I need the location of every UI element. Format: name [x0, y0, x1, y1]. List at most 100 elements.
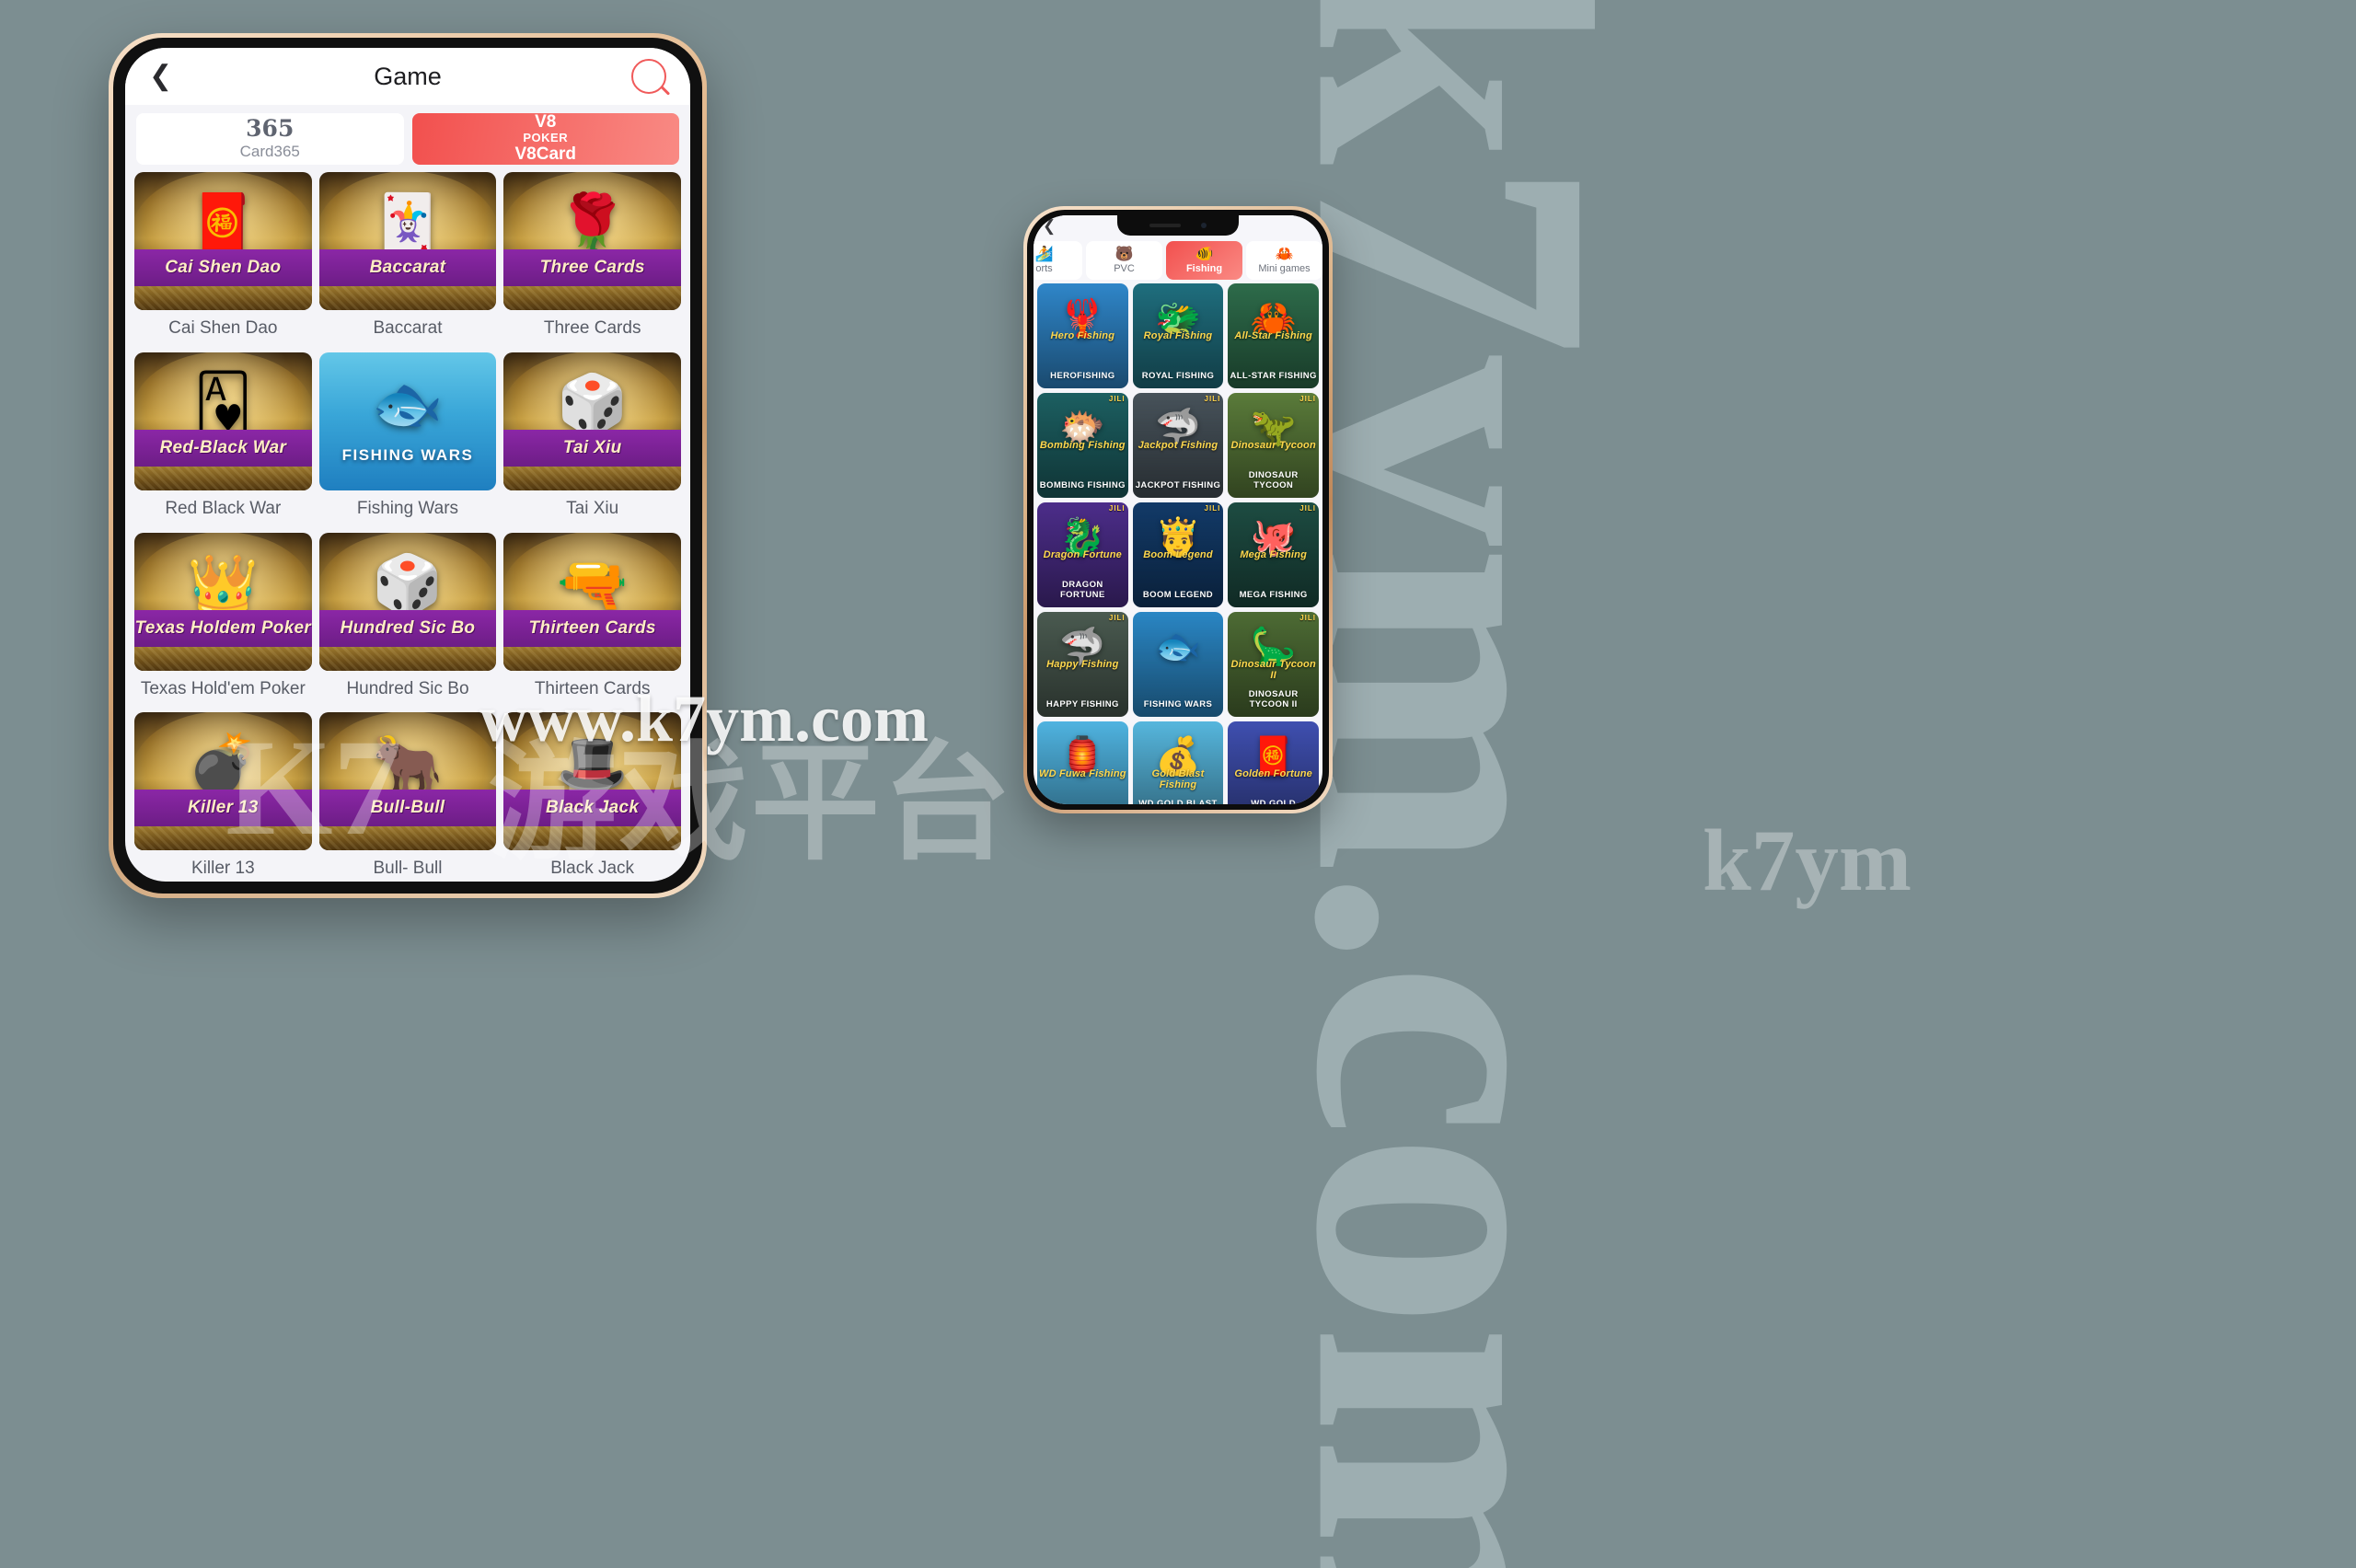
game-banner: Texas Holdem Poker [134, 609, 312, 647]
game-name: JACKPOT FISHING [1135, 479, 1221, 490]
game-label: Fishing Wars [356, 498, 459, 518]
tab-v8card[interactable]: V8 POKER V8Card [411, 111, 679, 165]
game-thumbnail[interactable]: 🐟 FISHING WARS [318, 352, 497, 490]
speaker-icon [1149, 224, 1181, 227]
game-artwork-icon: 🂱 [193, 372, 253, 436]
game-thumbnail[interactable]: 🌹 Three Cards [503, 172, 681, 310]
game-banner: Hundred Sic Bo [318, 609, 497, 647]
game-tile[interactable]: 💣 Killer 13 Killer 13 [134, 712, 312, 882]
game-label: Bull- Bull [373, 859, 443, 879]
game-label: Killer 13 [191, 859, 255, 879]
phone-tab-fishing[interactable]: 🐠 Fishing [1166, 241, 1242, 280]
game-thumbnail[interactable]: 🃏 Baccarat [318, 172, 497, 310]
game-name: DINOSAUR TYCOON II [1248, 688, 1299, 709]
fishing-game-tile[interactable]: JILI 🦕 Dinosaur Tycoon II DINOSAUR TYCOON I… [1228, 612, 1319, 717]
game-banner: Killer 13 [134, 790, 312, 827]
fishing-game-tile[interactable]: 🐟 FISHING WARS [1132, 612, 1224, 717]
fishing-game-tile[interactable]: 💰Gold Blast FishingWD GOLD BLAST FISHING [1132, 721, 1224, 804]
chevron-left-icon[interactable]: ❮ [1043, 217, 1056, 236]
thumb-felt [318, 826, 497, 851]
fishing-game-tile[interactable]: JILI 🐡 Bombing Fishing BOMBING FISHING [1037, 393, 1128, 498]
tablet-device: ❮ Game 365 Card365 V8 POKER V8Card 🧧 Cai … [109, 33, 707, 898]
sports-icon: 🏄 [1034, 246, 1054, 262]
search-icon[interactable] [631, 59, 666, 94]
fishing-game-tile[interactable]: 🐲 Royal Fishing ROYAL FISHING [1132, 283, 1224, 388]
game-banner-text: Black Jack [546, 798, 640, 818]
game-tile[interactable]: 🎩 Black Jack Black Jack [503, 712, 681, 882]
game-banner-text: Thirteen Cards [528, 617, 656, 638]
game-logo-text: Royal Fishing [1143, 330, 1213, 341]
game-tile[interactable]: 🧧 Cai Shen Dao Cai Shen Dao [134, 172, 312, 349]
game-tile[interactable]: 🂱 Red-Black War Red Black War [134, 352, 312, 529]
game-tile[interactable]: 🐟 FISHING WARS Fishing Wars [318, 352, 497, 529]
game-tile[interactable]: 🌹 Three Cards Three Cards [503, 172, 681, 349]
game-logo-text: Dinosaur Tycoon II [1230, 659, 1316, 681]
game-artwork-icon: 🃏 [372, 192, 444, 256]
game-tile[interactable]: 👑 Texas Holdem Poker Texas Hold'em Poker [134, 532, 312, 709]
tab-v8card-top: V8 [535, 111, 557, 132]
fishing-game-tile[interactable]: JILI 🦈 Happy Fishing HAPPY FISHING [1037, 612, 1128, 717]
game-thumbnail[interactable]: 🐂 Bull-Bull [318, 712, 497, 851]
fishing-game-tile[interactable]: 🏮WD Fuwa FishingWD FUWA FISHING [1037, 721, 1128, 804]
game-artwork-icon: 👑 [187, 552, 259, 617]
game-thumbnail[interactable]: 🔫 Thirteen Cards [503, 532, 681, 671]
thumb-felt [318, 646, 497, 671]
fishing-game-tile[interactable]: JILI 🐉 Dragon Fortune DRAGON FORTUNE [1037, 502, 1128, 607]
tablet-game-grid: 🧧 Cai Shen Dao Cai Shen Dao 🃏 Baccarat Baccar… [125, 172, 690, 882]
game-name: DINOSAUR TYCOON [1248, 469, 1299, 490]
game-thumbnail[interactable]: 🎲 Hundred Sic Bo [318, 532, 497, 671]
fishing-game-tile[interactable]: 🦞 Hero Fishing HEROFISHING [1037, 283, 1128, 388]
phone-notch [1117, 215, 1239, 236]
game-tile[interactable]: 🐂 Bull-Bull Bull- Bull [318, 712, 497, 882]
fishing-game-tile[interactable]: JILI 🦖 Dinosaur Tycoon DINOSAUR TYCOON [1228, 393, 1319, 498]
game-banner-text: Killer 13 [188, 798, 259, 818]
fishing-game-tile[interactable]: 🦀 All-Star Fishing ALL-STAR FISHING [1228, 283, 1319, 388]
game-tile[interactable]: 🎲 Tai Xiu Tai Xiu [503, 352, 681, 529]
phone-tab-pvc[interactable]: 🐻 PVC [1086, 241, 1162, 280]
tab-card365[interactable]: 365 Card365 [136, 113, 404, 165]
game-artwork-icon: 🧧 [187, 192, 259, 256]
game-banner: Red-Black War [134, 429, 312, 467]
game-tile[interactable]: 🎲 Hundred Sic Bo Hundred Sic Bo [318, 532, 497, 709]
game-banner: Three Cards [503, 249, 681, 286]
game-tile[interactable]: 🃏 Baccarat Baccarat [318, 172, 497, 349]
phone-tab-label: PVC [1114, 262, 1135, 274]
game-banner-text: Tai Xiu [562, 437, 622, 457]
game-tile[interactable]: 🔫 Thirteen Cards Thirteen Cards [503, 532, 681, 709]
game-thumbnail[interactable]: 🂱 Red-Black War [134, 352, 312, 490]
game-banner: Tai Xiu [503, 429, 681, 467]
game-thumbnail[interactable]: 💣 Killer 13 [134, 712, 312, 851]
game-banner-text: Bull-Bull [370, 798, 445, 818]
chevron-left-icon[interactable]: ❮ [149, 63, 172, 90]
game-banner-text: Hundred Sic Bo [340, 617, 476, 638]
tab-v8card-sub: POKER [523, 130, 569, 144]
fishing-game-tile[interactable]: JILI 🤴 Boom Legend BOOM LEGEND [1132, 502, 1224, 607]
game-thumbnail[interactable]: 🎲 Tai Xiu [503, 352, 681, 490]
tablet-tab-bar: 365 Card365 V8 POKER V8Card [125, 105, 690, 172]
tablet-bezel: ❮ Game 365 Card365 V8 POKER V8Card 🧧 Cai … [113, 38, 702, 894]
game-logo-text: Happy Fishing [1046, 659, 1119, 670]
tablet-header: ❮ Game [125, 48, 690, 105]
game-thumbnail[interactable]: 🎩 Black Jack [503, 712, 681, 851]
game-name: ALL-STAR FISHING [1230, 370, 1317, 381]
tab-card365-top: 365 [246, 115, 294, 143]
game-artwork-icon: 🎩 [557, 732, 629, 797]
game-label: Baccarat [373, 318, 443, 338]
game-label: Hundred Sic Bo [346, 678, 469, 698]
fishing-game-tile[interactable]: JILI 🐙 Mega Fishing MEGA FISHING [1228, 502, 1319, 607]
game-label: Thirteen Cards [534, 678, 651, 698]
fishing-game-tile[interactable]: 🧧Golden FortuneWD GOLD FORTUNE FISHING [1228, 721, 1319, 804]
phone-device: ❮ 🏄 orts 🐻 PVC 🐠 Fishing 🦀 Mini games 🦞 Hero Fis… [1023, 206, 1333, 813]
game-name: FISHING WARS [1143, 698, 1213, 709]
game-name: WD GOLD BLAST FISHING [1138, 798, 1218, 804]
game-logo-text: Dragon Fortune [1043, 549, 1122, 560]
game-artwork-icon: 🎲 [372, 552, 444, 617]
game-thumbnail[interactable]: 🧧 Cai Shen Dao [134, 172, 312, 310]
game-logo-text: Mega Fishing [1240, 549, 1307, 560]
game-thumbnail[interactable]: 👑 Texas Holdem Poker [134, 532, 312, 671]
phone-tab-mini-games[interactable]: 🦀 Mini games [1246, 241, 1322, 280]
game-artwork-icon: 🐂 [372, 732, 444, 797]
phone-category-tabs: 🏄 orts 🐻 PVC 🐠 Fishing 🦀 Mini games [1034, 239, 1322, 283]
phone-tab-orts[interactable]: 🏄 orts [1034, 241, 1082, 280]
fishing-game-tile[interactable]: JILI 🦈 Jackpot Fishing JACKPOT FISHING [1132, 393, 1224, 498]
